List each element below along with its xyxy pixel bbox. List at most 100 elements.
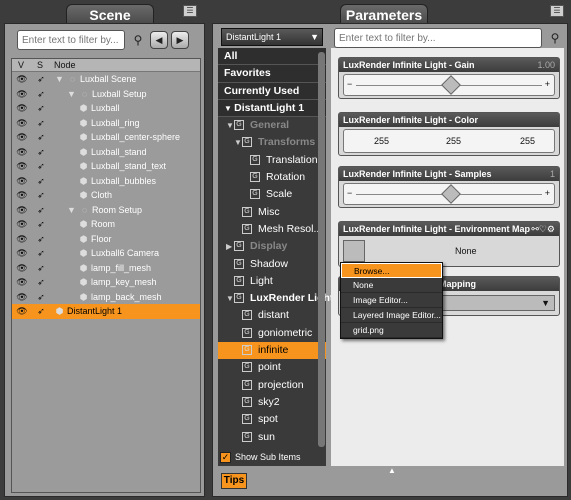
col-selectable[interactable]: S <box>37 59 43 72</box>
select-arrow-icon[interactable]: ➶ <box>35 130 47 145</box>
category-item[interactable]: G Light <box>218 273 326 290</box>
slider-knob[interactable] <box>441 75 461 95</box>
twisty-icon[interactable]: ▼ <box>66 87 77 102</box>
parameters-tab[interactable]: Parameters <box>340 4 428 24</box>
minus-icon[interactable]: − <box>347 188 352 198</box>
scene-tab[interactable]: Scene <box>66 4 154 24</box>
select-arrow-icon[interactable]: ➶ <box>35 261 47 276</box>
eye-icon[interactable]: 👁 <box>16 101 28 116</box>
eye-icon[interactable]: 👁 <box>16 159 28 174</box>
category-scrollbar[interactable] <box>318 52 325 447</box>
scene-node-row[interactable]: 👁 ➶ ⬢ lamp_key_mesh <box>12 275 200 290</box>
category-item[interactable]: G Mesh Resol... <box>218 221 326 238</box>
menu-item[interactable]: Image Editor... <box>341 293 442 308</box>
select-arrow-icon[interactable]: ➶ <box>35 275 47 290</box>
scene-node-row[interactable]: 👁 ➶ ▼ ◌ Luxball Setup <box>12 87 200 102</box>
scene-search-icon[interactable]: ⚲ <box>129 31 147 49</box>
envmap-thumbnail-button[interactable] <box>343 240 365 262</box>
scene-node-row[interactable]: 👁 ➶ ⬢ Luxball_bubbles <box>12 174 200 189</box>
scene-prev-button[interactable]: ◀ <box>150 31 168 49</box>
select-arrow-icon[interactable]: ➶ <box>35 304 47 319</box>
eye-icon[interactable]: 👁 <box>16 232 28 247</box>
plus-icon[interactable]: + <box>545 188 550 198</box>
category-item[interactable]: G Rotation <box>218 169 326 186</box>
splitter-handle[interactable]: ▲ <box>388 466 396 475</box>
category-item[interactable]: G Scale <box>218 186 326 203</box>
category-item[interactable]: Gsun <box>218 429 326 446</box>
gain-slider[interactable]: − + <box>343 74 555 96</box>
category-item[interactable]: Ginfinite <box>218 342 326 360</box>
scene-node-row[interactable]: 👁 ➶ ⬢ Luxball <box>12 101 200 116</box>
select-arrow-icon[interactable]: ➶ <box>35 116 47 131</box>
scene-node-row[interactable]: 👁 ➶ ▼ ◌ Room Setup <box>12 203 200 218</box>
category-item[interactable]: Gpoint <box>218 359 326 376</box>
twisty-icon[interactable]: ▼ <box>66 203 77 218</box>
select-arrow-icon[interactable]: ➶ <box>35 101 47 116</box>
select-arrow-icon[interactable]: ➶ <box>35 87 47 102</box>
scene-node-row[interactable]: 👁 ➶ ⬢ lamp_fill_mesh <box>12 261 200 276</box>
scene-node-row[interactable]: 👁 ➶ ⬢ lamp_back_mesh <box>12 290 200 305</box>
scene-node-row[interactable]: 👁 ➶ ⬢ Luxball_stand_text <box>12 159 200 174</box>
select-arrow-icon[interactable]: ➶ <box>35 159 47 174</box>
category-item[interactable]: ▼ G General <box>218 117 326 134</box>
scene-search-input[interactable] <box>17 30 125 50</box>
scene-node-row[interactable]: 👁 ➶ ⬢ Cloth <box>12 188 200 203</box>
eye-icon[interactable]: 👁 <box>16 188 28 203</box>
scene-node-row[interactable]: 👁 ➶ ⬢ DistantLight 1 <box>12 304 200 319</box>
category-item[interactable]: All <box>218 48 326 66</box>
parameters-search-icon[interactable]: ⚲ <box>546 29 564 47</box>
col-visible[interactable]: V <box>18 59 24 72</box>
twisty-icon[interactable]: ▼ <box>226 117 234 134</box>
menu-item[interactable]: Layered Image Editor... <box>341 308 442 323</box>
color-b[interactable]: 255 <box>520 136 535 146</box>
scene-node-row[interactable]: 👁 ➶ ⬢ Luxball_center-sphere <box>12 130 200 145</box>
color-r[interactable]: 255 <box>374 136 389 146</box>
category-item[interactable]: Gprojection <box>218 377 326 394</box>
category-item[interactable]: ▶ G Display <box>218 238 326 255</box>
select-arrow-icon[interactable]: ➶ <box>35 217 47 232</box>
select-arrow-icon[interactable]: ➶ <box>35 188 47 203</box>
tips-button[interactable]: Tips <box>221 473 247 489</box>
envmap-icons[interactable]: ⚯♡⚙ <box>531 222 555 236</box>
scene-menu-icon[interactable]: ☰ <box>183 5 197 17</box>
eye-icon[interactable]: 👁 <box>16 203 28 218</box>
twisty-icon[interactable]: ▼ <box>54 72 65 87</box>
select-arrow-icon[interactable]: ➶ <box>35 145 47 160</box>
plus-icon[interactable]: + <box>545 79 550 89</box>
eye-icon[interactable]: 👁 <box>16 72 28 87</box>
parameters-menu-icon[interactable]: ☰ <box>550 5 564 17</box>
twisty-icon[interactable]: ▼ <box>224 104 234 113</box>
minus-icon[interactable]: − <box>347 79 352 89</box>
eye-icon[interactable]: 👁 <box>16 304 28 319</box>
eye-icon[interactable]: 👁 <box>16 87 28 102</box>
eye-icon[interactable]: 👁 <box>16 174 28 189</box>
eye-icon[interactable]: 👁 <box>16 145 28 160</box>
scene-node-row[interactable]: 👁 ➶ ⬢ Luxball6 Camera <box>12 246 200 261</box>
select-arrow-icon[interactable]: ➶ <box>35 290 47 305</box>
scene-node-row[interactable]: 👁 ➶ ⬢ Floor <box>12 232 200 247</box>
scene-next-button[interactable]: ▶ <box>171 31 189 49</box>
col-node[interactable]: Node <box>54 59 76 72</box>
scene-node-row[interactable]: 👁 ➶ ▼ ◌ Luxball Scene <box>12 72 200 87</box>
scene-node-row[interactable]: 👁 ➶ ⬢ Luxball_ring <box>12 116 200 131</box>
category-item[interactable]: Gsky2 <box>218 394 326 411</box>
select-arrow-icon[interactable]: ➶ <box>35 203 47 218</box>
select-arrow-icon[interactable]: ➶ <box>35 174 47 189</box>
parameters-search-input[interactable] <box>334 28 542 48</box>
eye-icon[interactable]: 👁 <box>16 290 28 305</box>
color-g[interactable]: 255 <box>446 136 461 146</box>
category-item[interactable]: Favorites <box>218 65 326 83</box>
eye-icon[interactable]: 👁 <box>16 130 28 145</box>
category-item[interactable]: Currently Used <box>218 82 326 100</box>
menu-item[interactable]: None <box>341 278 442 293</box>
eye-icon[interactable]: 👁 <box>16 246 28 261</box>
select-arrow-icon[interactable]: ➶ <box>35 246 47 261</box>
slider-knob[interactable] <box>441 184 461 204</box>
category-item[interactable]: ▼ DistantLight 1 <box>218 99 326 118</box>
category-item[interactable]: ▼ G LuxRender Light <box>218 290 333 307</box>
category-item[interactable]: ▼ G Transforms <box>218 134 326 151</box>
node-select-dropdown[interactable]: DistantLight 1 ▼ <box>221 28 323 46</box>
samples-slider[interactable]: − + <box>343 183 555 205</box>
menu-item[interactable]: Browse... <box>341 263 442 278</box>
category-item[interactable]: Gdistant <box>218 307 326 324</box>
